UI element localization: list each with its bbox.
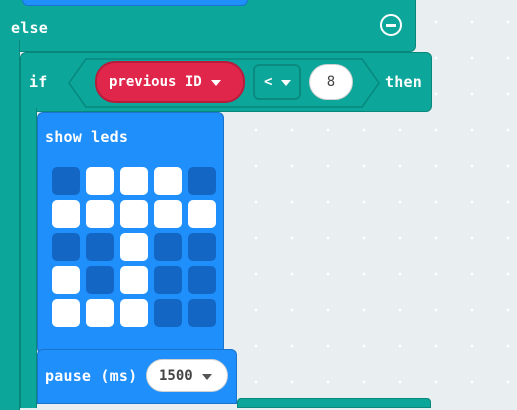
led-r4-c0[interactable]	[52, 299, 80, 327]
chevron-down-icon	[281, 74, 292, 90]
led-r3-c4[interactable]	[188, 266, 216, 294]
if-keyword: if	[29, 73, 48, 91]
remove-else-icon[interactable]	[380, 14, 402, 36]
chevron-down-icon	[210, 74, 221, 90]
operator-dropdown[interactable]: <	[253, 64, 301, 100]
led-r3-c1[interactable]	[86, 266, 114, 294]
led-r4-c4[interactable]	[188, 299, 216, 327]
led-r3-c2[interactable]	[120, 266, 148, 294]
next-block-stub	[237, 398, 431, 408]
led-r1-c1[interactable]	[86, 200, 114, 228]
led-r1-c4[interactable]	[188, 200, 216, 228]
led-r0-c0[interactable]	[52, 167, 80, 195]
led-r3-c0[interactable]	[52, 266, 80, 294]
led-r0-c4[interactable]	[188, 167, 216, 195]
led-r0-c2[interactable]	[120, 167, 148, 195]
led-r1-c0[interactable]	[52, 200, 80, 228]
pause-duration-value: 1500	[159, 367, 193, 384]
variable-dropdown[interactable]: previous ID	[95, 61, 245, 103]
led-r2-c4[interactable]	[188, 233, 216, 261]
pause-duration-dropdown[interactable]: 1500	[146, 359, 228, 392]
led-r0-c3[interactable]	[154, 167, 182, 195]
chevron-down-icon	[201, 368, 212, 384]
if-block-arm	[20, 108, 37, 408]
led-r2-c0[interactable]	[52, 233, 80, 261]
led-r4-c1[interactable]	[86, 299, 114, 327]
led-r0-c1[interactable]	[86, 167, 114, 195]
then-keyword: then	[385, 73, 422, 91]
led-grid	[52, 167, 216, 327]
else-block-arm	[0, 40, 20, 410]
show-leds-label: show leds	[45, 128, 129, 146]
compare-value-field[interactable]: 8	[309, 64, 353, 100]
variable-name: previous ID	[109, 74, 202, 90]
pause-label: pause (ms)	[45, 367, 138, 385]
compare-value: 8	[326, 74, 336, 90]
else-keyword: else	[11, 19, 48, 37]
led-r4-c2[interactable]	[120, 299, 148, 327]
led-r2-c1[interactable]	[86, 233, 114, 261]
led-r2-c3[interactable]	[154, 233, 182, 261]
led-r1-c2[interactable]	[120, 200, 148, 228]
led-r3-c3[interactable]	[154, 266, 182, 294]
previous-block-stub	[22, 0, 248, 6]
else-block[interactable]	[0, 0, 416, 52]
led-r1-c3[interactable]	[154, 200, 182, 228]
led-r4-c3[interactable]	[154, 299, 182, 327]
operator-value: <	[264, 74, 273, 90]
led-r2-c2[interactable]	[120, 233, 148, 261]
